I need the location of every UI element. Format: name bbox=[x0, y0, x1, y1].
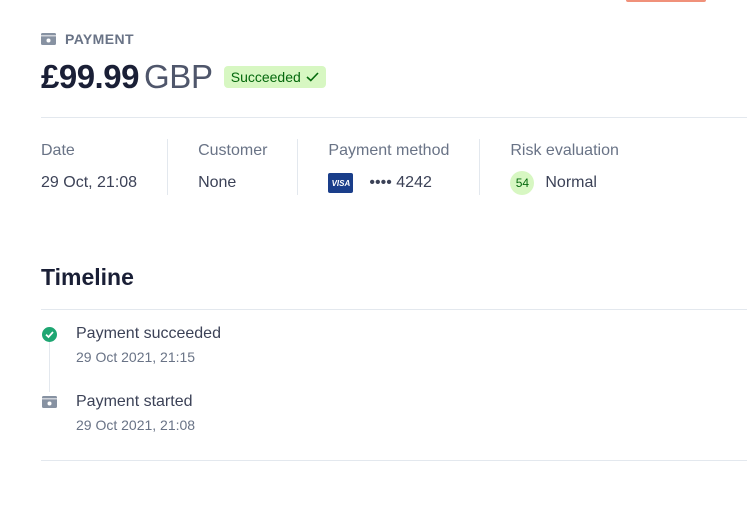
date-label: Date bbox=[41, 142, 75, 159]
summary-risk: Risk evaluation 54 Normal bbox=[479, 139, 649, 195]
timeline-item: Payment succeeded 29 Oct 2021, 21:15 bbox=[41, 323, 221, 365]
top-accent-bar bbox=[626, 0, 706, 2]
amount-row: £99.99 GBP Succeeded bbox=[41, 58, 326, 96]
payment-method-label: Payment method bbox=[328, 142, 450, 159]
customer-label: Customer bbox=[198, 142, 268, 159]
payment-label-text: PAYMENT bbox=[65, 31, 134, 47]
check-circle-icon bbox=[41, 326, 57, 342]
timeline-bottom-divider bbox=[41, 460, 747, 461]
visa-card-icon: VISA bbox=[328, 173, 354, 193]
timeline-item-time: 29 Oct 2021, 21:15 bbox=[76, 349, 196, 365]
summary-customer: Customer None bbox=[167, 139, 297, 195]
timeline-item-title: Payment started bbox=[76, 393, 193, 410]
payment-amount: £99.99 bbox=[41, 58, 139, 95]
summary-payment-method: Payment method VISA •••• 4242 bbox=[297, 139, 479, 195]
risk-score-badge: 54 bbox=[510, 171, 535, 195]
risk-label: Risk evaluation bbox=[510, 142, 619, 159]
payment-method-value-row: VISA •••• 4242 bbox=[328, 171, 449, 195]
timeline-item: Payment started 29 Oct 2021, 21:08 bbox=[41, 391, 195, 433]
payment-label: PAYMENT bbox=[41, 31, 326, 47]
customer-value: None bbox=[198, 174, 237, 191]
timeline-item-time: 29 Oct 2021, 21:08 bbox=[76, 417, 196, 433]
payment-header: PAYMENT £99.99 GBP Succeeded bbox=[41, 31, 326, 96]
timeline-item-text: Payment succeeded 29 Oct 2021, 21:15 bbox=[76, 323, 221, 365]
payment-currency: GBP bbox=[143, 58, 213, 95]
timeline-item-title: Payment succeeded bbox=[76, 325, 221, 342]
header-divider bbox=[41, 117, 747, 118]
checkmark-icon bbox=[306, 69, 319, 85]
timeline-item-text: Payment started 29 Oct 2021, 21:08 bbox=[76, 391, 195, 433]
summary-date: Date 29 Oct, 21:08 bbox=[41, 139, 167, 195]
risk-value-row: 54 Normal bbox=[510, 171, 619, 195]
status-badge-label: Succeeded bbox=[230, 69, 301, 85]
timeline-divider bbox=[41, 309, 747, 310]
date-value: 29 Oct, 21:08 bbox=[41, 174, 138, 191]
payment-icon bbox=[41, 394, 57, 410]
risk-level: Normal bbox=[545, 174, 597, 191]
card-last4: •••• 4242 bbox=[369, 174, 432, 191]
payment-summary: Date 29 Oct, 21:08 Customer None Payment… bbox=[41, 139, 649, 195]
timeline-title: Timeline bbox=[41, 264, 134, 290]
payment-icon bbox=[41, 33, 56, 45]
status-badge: Succeeded bbox=[223, 66, 326, 88]
